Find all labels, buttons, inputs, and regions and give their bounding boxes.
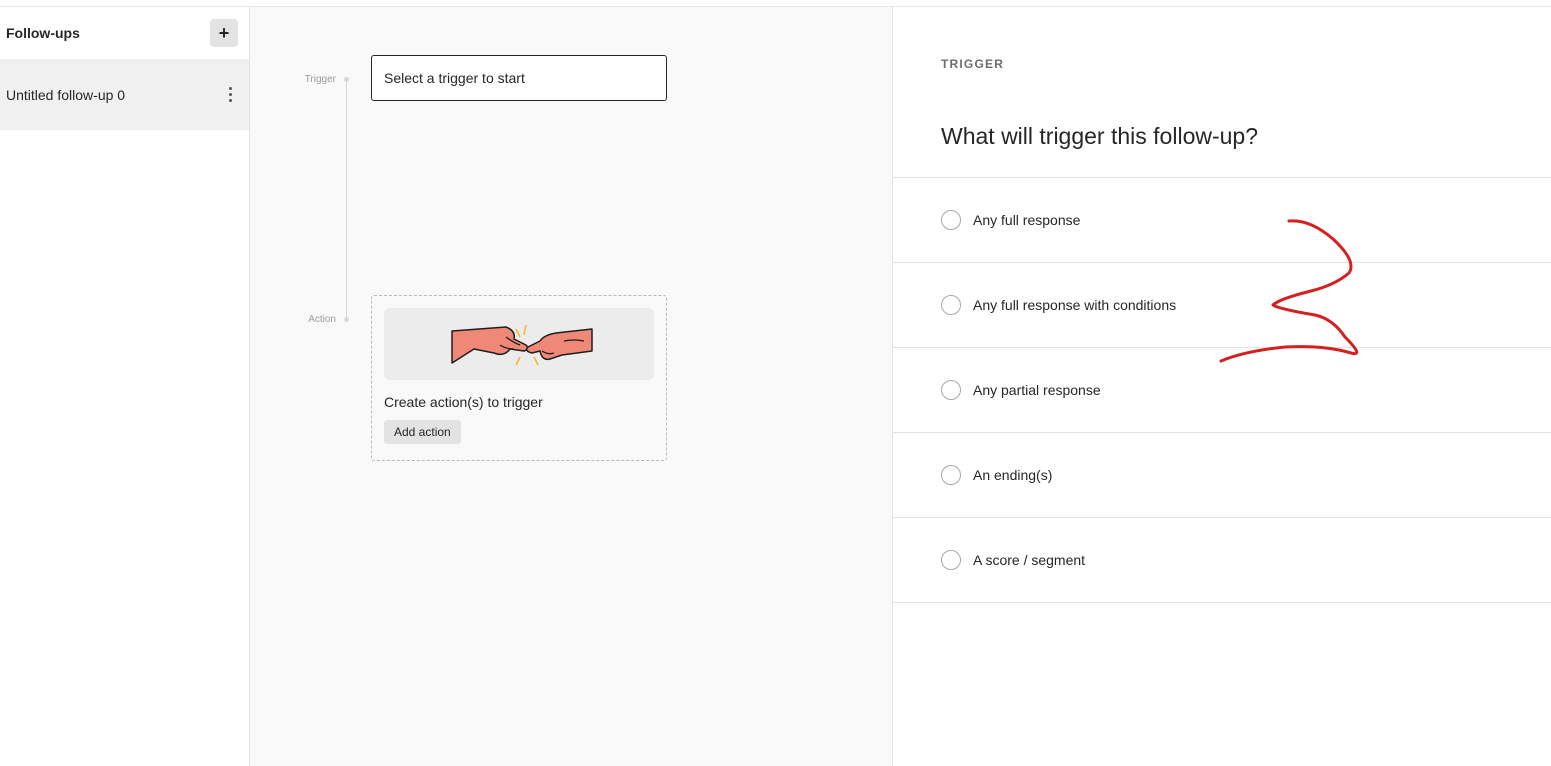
top-divider: [0, 0, 1551, 7]
option-label: An ending(s): [973, 467, 1053, 483]
radio-button[interactable]: [941, 210, 961, 230]
trigger-panel: TRIGGER What will trigger this follow-up…: [892, 7, 1551, 766]
kebab-menu-icon[interactable]: [225, 87, 235, 102]
select-trigger-box[interactable]: Select a trigger to start: [371, 55, 667, 101]
option-label: A score / segment: [973, 552, 1086, 568]
add-follow-up-button[interactable]: +: [210, 19, 238, 47]
sidebar-header: Follow-ups +: [0, 7, 249, 59]
panel-question: What will trigger this follow-up?: [941, 123, 1259, 149]
radio-button[interactable]: [941, 380, 961, 400]
option-label: Any partial response: [973, 382, 1101, 398]
hands-touching-icon: [451, 324, 593, 366]
option-label: Any full response with conditions: [973, 297, 1177, 313]
trigger-step-label: Trigger: [304, 74, 336, 85]
add-action-button[interactable]: Add action: [384, 420, 461, 444]
sidebar: Follow-ups + Untitled follow-up 0: [0, 7, 250, 766]
flow-canvas: Trigger Action Select a trigger to start: [250, 7, 892, 766]
radio-button[interactable]: [941, 550, 961, 570]
red-annotation-scribble: [1219, 219, 1359, 363]
trigger-option-ending[interactable]: An ending(s): [893, 433, 1551, 518]
action-step-dot: [344, 317, 349, 322]
option-label: Any full response: [973, 212, 1081, 228]
illustration-panel: [384, 308, 654, 380]
flow-connector-line: [346, 81, 347, 321]
plus-icon: +: [218, 22, 230, 43]
trigger-option-score-segment[interactable]: A score / segment: [893, 518, 1551, 603]
sidebar-item-label: Untitled follow-up 0: [6, 86, 126, 103]
radio-button[interactable]: [941, 465, 961, 485]
sidebar-item-follow-up[interactable]: Untitled follow-up 0: [0, 59, 249, 130]
trigger-placeholder: Select a trigger to start: [384, 70, 525, 86]
action-card: Create action(s) to trigger Add action: [371, 295, 667, 461]
panel-eyebrow: TRIGGER: [941, 57, 1005, 71]
action-description: Create action(s) to trigger: [384, 394, 543, 410]
radio-button[interactable]: [941, 295, 961, 315]
action-step-label: Action: [308, 314, 336, 325]
sidebar-title: Follow-ups: [6, 25, 80, 41]
